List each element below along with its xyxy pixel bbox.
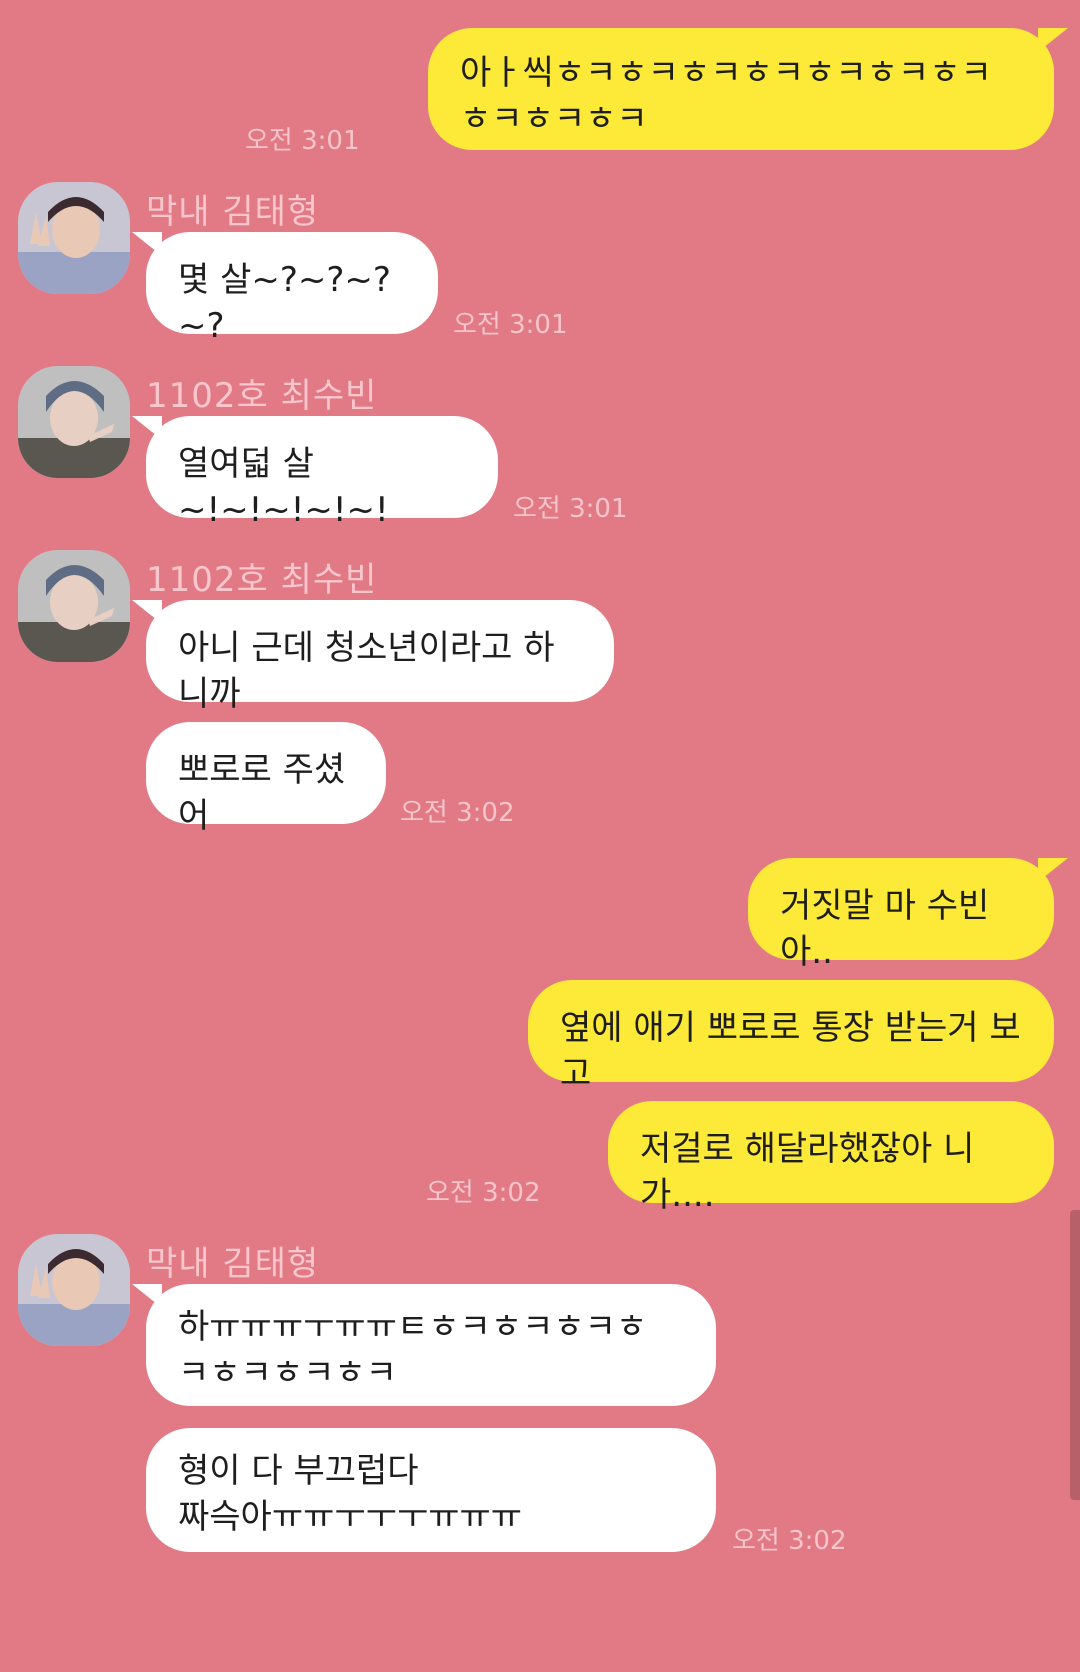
incoming-message-bubble[interactable]: 몇 살~?~?~?~? (132, 232, 438, 346)
message-timestamp: 오전 3:01 (453, 310, 568, 340)
sender-name: 1102호 최수빈 (146, 560, 378, 600)
message-timestamp: 오전 3:02 (732, 1526, 847, 1556)
avatar-kim-taehyung[interactable] (18, 182, 130, 294)
chat-message-list[interactable]: 아ㅏ씩ㅎㅋㅎㅋㅎㅋㅎㅋㅎㅋㅎㅋㅎㅋ ㅎㅋㅎㅋㅎㅋ 오전 3:01 막내 김태형 … (0, 0, 1080, 1672)
message-timestamp: 오전 3:02 (426, 1178, 541, 1208)
outgoing-message-bubble[interactable]: 옆에 애기 뽀로로 통장 받는거 보고 (528, 980, 1054, 1094)
outgoing-message-bubble[interactable]: 거짓말 마 수빈아.. (748, 858, 1068, 972)
message-timestamp: 오전 3:02 (400, 798, 515, 828)
sender-name: 막내 김태형 (146, 192, 320, 232)
profile-photo-icon (18, 1234, 130, 1346)
incoming-message-bubble[interactable]: 형이 다 부끄럽다 짜슥아ㅠㅠㅜㅜㅜㅠㅠㅠ (146, 1428, 716, 1552)
scrollbar-thumb[interactable] (1070, 1210, 1080, 1500)
outgoing-message-bubble[interactable]: 아ㅏ씩ㅎㅋㅎㅋㅎㅋㅎㅋㅎㅋㅎㅋㅎㅋ ㅎㅋㅎㅋㅎㅋ (428, 28, 1068, 150)
profile-photo-icon (18, 366, 130, 478)
incoming-message-bubble[interactable]: 아니 근데 청소년이라고 하니까 (132, 600, 614, 714)
message-timestamp: 오전 3:01 (245, 126, 360, 156)
incoming-message-bubble[interactable]: 하ㅠㅠㅠㅜㅠㅠㅌㅎㅋㅎㅋㅎㅋㅎ ㅋㅎㅋㅎㅋㅎㅋ (132, 1284, 716, 1406)
message-timestamp: 오전 3:01 (513, 494, 628, 524)
profile-photo-icon (18, 182, 130, 294)
avatar-choi-soobin[interactable] (18, 550, 130, 662)
avatar-choi-soobin[interactable] (18, 366, 130, 478)
outgoing-message-bubble[interactable]: 저걸로 해달라했잖아 니가.... (608, 1101, 1054, 1215)
sender-name: 1102호 최수빈 (146, 376, 378, 416)
profile-photo-icon (18, 550, 130, 662)
avatar-kim-taehyung[interactable] (18, 1234, 130, 1346)
incoming-message-bubble[interactable]: 뽀로로 주셨어 (146, 722, 386, 836)
incoming-message-bubble[interactable]: 열여덟 살~!~!~!~!~! (132, 416, 498, 530)
sender-name: 막내 김태형 (146, 1244, 320, 1284)
